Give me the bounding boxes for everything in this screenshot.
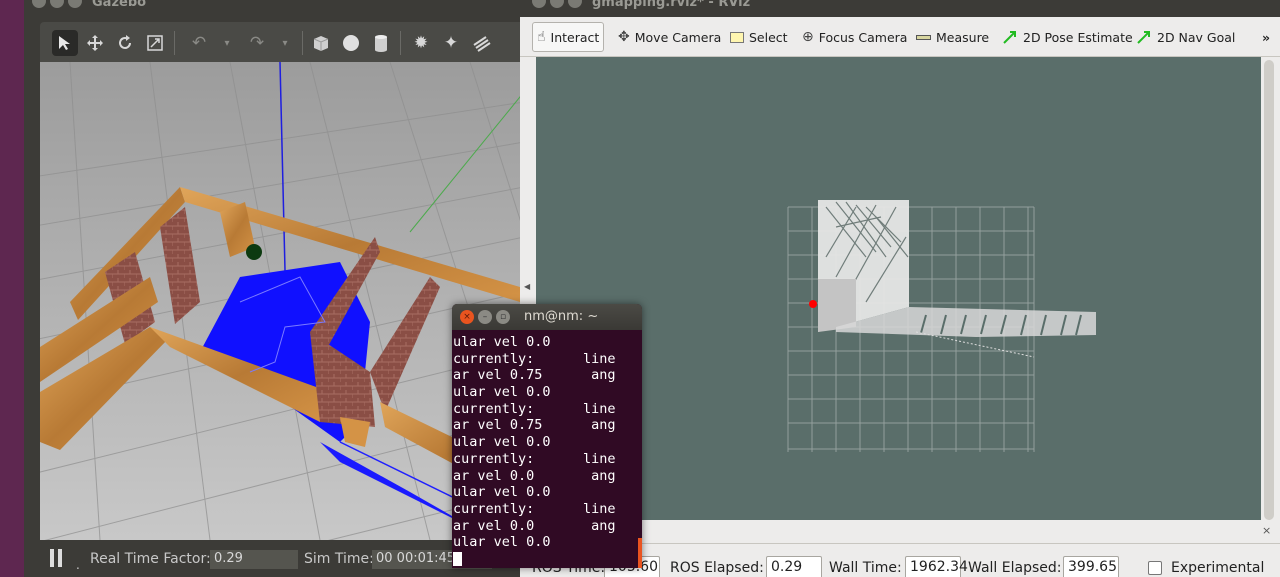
wall-elapsed-label: Wall Elapsed: <box>968 560 1062 576</box>
measure-label: Measure <box>936 29 990 45</box>
terminal-titlebar: × – ▫ nm@nm: ~ <box>452 304 642 330</box>
pose-estimate-label: 2D Pose Estimate <box>1023 29 1133 45</box>
maximize-icon[interactable] <box>68 0 82 8</box>
cylinder-icon[interactable] <box>368 30 394 56</box>
undo-icon[interactable]: ↶ <box>186 30 212 56</box>
pose-estimate-tool-button[interactable]: 2D Pose Estimate <box>998 22 1137 52</box>
hand-pointer-icon: ☝ <box>537 29 546 45</box>
robot-marker <box>809 300 817 308</box>
terminal-scrollbar[interactable] <box>638 538 642 568</box>
select-tool-button[interactable]: Select <box>726 22 792 52</box>
sphere-icon[interactable] <box>338 30 364 56</box>
point-light-icon[interactable]: ✹ <box>408 30 434 56</box>
terminal-line: ular vel 0.0 <box>453 434 551 451</box>
terminal-line: ar vel 0.0 ang <box>453 467 616 484</box>
terminal-line: ular vel 0.0 <box>453 384 551 401</box>
select-rect-icon <box>730 31 744 43</box>
desktop: Gazebo ↶ ▾ ↷ ▾ ✹ ✦ . Real Time Factor: 0… <box>0 0 1280 577</box>
green-arrow-icon <box>1003 31 1016 44</box>
toolbar-overflow-button[interactable]: » <box>1258 22 1274 52</box>
maximize-icon[interactable]: ▫ <box>496 310 510 324</box>
terminal-line: currently: line <box>453 400 616 417</box>
experimental-label: Experimental <box>1171 560 1265 576</box>
real-time-factor-label: Real Time Factor: <box>90 551 211 567</box>
sim-time-label: Sim Time: <box>304 551 374 567</box>
undo-dropdown-icon[interactable]: ▾ <box>214 30 240 56</box>
select-arrow-icon[interactable] <box>52 30 78 56</box>
spot-light-icon[interactable]: ✦ <box>438 30 464 56</box>
interact-tool-button[interactable]: ☝ Interact <box>532 22 605 52</box>
move-camera-tool-button[interactable]: ✥ Move Camera <box>614 22 725 52</box>
minimize-icon[interactable]: – <box>478 310 492 324</box>
close-icon[interactable] <box>32 0 46 8</box>
rviz-titlebar: gmapping.rviz* - RViz <box>520 0 1280 17</box>
terminal-line: ar vel 0.0 ang <box>453 517 616 534</box>
focus-camera-tool-button[interactable]: ⊕ Focus Camera <box>798 22 911 52</box>
green-arrow-icon <box>1137 31 1150 44</box>
focus-camera-icon: ⊕ <box>802 29 814 45</box>
terminal-window[interactable]: × – ▫ nm@nm: ~ ular vel 0.0 currently: l… <box>452 304 642 568</box>
terminal-line: ular vel 0.0 <box>453 334 551 350</box>
directional-light-icon[interactable] <box>468 30 494 56</box>
minimize-icon[interactable] <box>50 0 64 8</box>
rviz-3d-view[interactable] <box>536 57 1261 520</box>
ros-elapsed-field: 0.29 <box>766 556 822 577</box>
close-icon[interactable]: × <box>460 310 474 324</box>
wall-time-field: 1962.34 <box>905 556 968 577</box>
ros-elapsed-label: ROS Elapsed: <box>670 560 764 576</box>
real-time-factor-value: 0.29 <box>210 550 298 569</box>
move-camera-label: Move Camera <box>634 29 722 45</box>
wall-time-label: Wall Time: <box>829 560 902 576</box>
close-icon[interactable] <box>532 0 546 8</box>
minimize-icon[interactable] <box>550 0 564 8</box>
terminal-line: ular vel 0.0 <box>453 484 551 501</box>
scrollbar[interactable] <box>1264 60 1274 520</box>
ruler-icon <box>916 34 931 40</box>
terminal-line: currently: line <box>453 350 616 367</box>
interact-label: Interact <box>550 29 600 45</box>
wall-elapsed-field: 399.65 <box>1063 556 1119 577</box>
panel-close-icon[interactable]: × <box>1262 524 1274 538</box>
terminal-title: nm@nm: ~ <box>524 309 599 324</box>
window-title: gmapping.rviz* - RViz <box>592 0 751 10</box>
terminal-output: ular vel 0.0 currently: line ar vel 0.75… <box>452 334 642 568</box>
terminal-line: currently: line <box>453 450 616 467</box>
measure-tool-button[interactable]: Measure <box>912 22 993 52</box>
pause-icon[interactable] <box>50 549 54 567</box>
gazebo-window: Gazebo ↶ ▾ ↷ ▾ ✹ ✦ . Real Time Factor: 0… <box>24 0 524 577</box>
translate-icon[interactable] <box>82 30 108 56</box>
terminal-cursor <box>453 551 462 566</box>
box-icon[interactable] <box>308 30 334 56</box>
terminal-line: ular vel 0.0 <box>453 534 551 551</box>
terminal-line: ar vel 0.75 ang <box>453 367 616 384</box>
maximize-icon[interactable] <box>568 0 582 8</box>
gazebo-titlebar: Gazebo <box>24 0 524 22</box>
redo-icon[interactable]: ↷ <box>244 30 270 56</box>
terminal-line: ar vel 0.75 ang <box>453 417 616 434</box>
nav-goal-tool-button[interactable]: 2D Nav Goal <box>1132 22 1239 52</box>
nav-goal-label: 2D Nav Goal <box>1157 29 1236 45</box>
launcher-strip <box>0 0 24 577</box>
redo-dropdown-icon[interactable]: ▾ <box>272 30 298 56</box>
scale-icon[interactable] <box>142 30 168 56</box>
gazebo-toolbar: ↶ ▾ ↷ ▾ ✹ ✦ <box>40 22 524 62</box>
rviz-toolbar: ☝ Interact ✥ Move Camera Select ⊕ Focus … <box>520 17 1280 57</box>
experimental-checkbox[interactable] <box>1148 561 1162 575</box>
window-title: Gazebo <box>92 0 147 10</box>
focus-camera-label: Focus Camera <box>818 29 908 45</box>
select-label: Select <box>749 29 788 45</box>
move-camera-icon: ✥ <box>618 29 630 45</box>
terminal-line: currently: line <box>453 500 616 517</box>
rotate-icon[interactable] <box>112 30 138 56</box>
